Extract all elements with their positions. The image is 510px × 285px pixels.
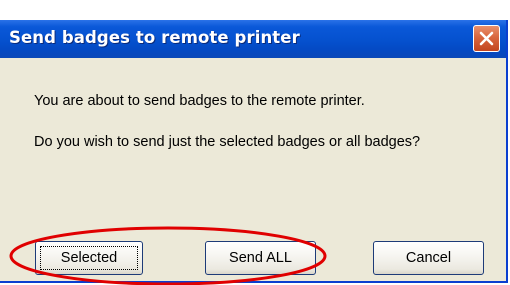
send-all-button[interactable]: Send ALL xyxy=(205,241,316,275)
cancel-button[interactable]: Cancel xyxy=(373,241,484,275)
message-line-2: Do you wish to send just the selected ba… xyxy=(34,134,421,150)
dialog-window: Send badges to remote printer You are ab… xyxy=(0,20,508,283)
close-icon xyxy=(479,31,494,46)
send-all-button-label: Send ALL xyxy=(229,250,292,266)
title-bar[interactable]: Send badges to remote printer xyxy=(0,20,506,58)
message-line-1: You are about to send badges to the remo… xyxy=(34,93,365,109)
close-button[interactable] xyxy=(473,25,500,52)
cancel-button-label: Cancel xyxy=(405,250,452,266)
selected-button-label: Selected xyxy=(60,250,118,266)
dialog-title: Send badges to remote printer xyxy=(9,28,300,47)
selected-button[interactable]: Selected xyxy=(35,241,143,275)
